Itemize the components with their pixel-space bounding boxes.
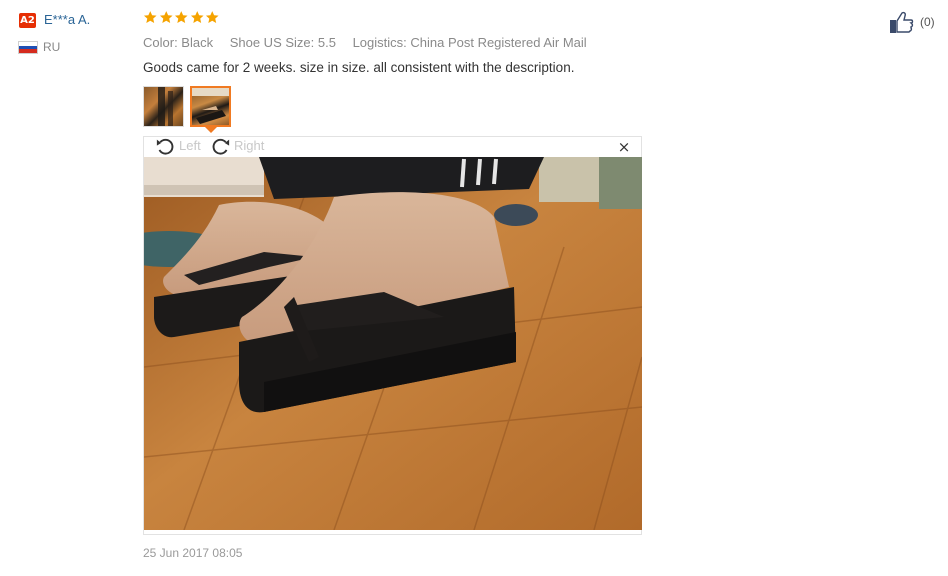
attribute-color: Color: Black: [143, 35, 214, 50]
photo-thumbnail-icon: [192, 88, 229, 124]
selected-thumbnail-pointer: [205, 127, 217, 133]
rotate-right-button[interactable]: Right: [210, 136, 264, 156]
attribute-size: Shoe US Size: 5.5: [229, 35, 336, 50]
review-photo-thumbnail-selected[interactable]: [190, 86, 231, 127]
rotate-right-icon: [212, 138, 230, 155]
rotate-left-label: Left: [179, 138, 201, 153]
review-photo: [144, 157, 642, 530]
close-viewer-button[interactable]: ×: [617, 140, 631, 155]
sandals-photo-image: [144, 157, 642, 530]
star-icon: [174, 11, 188, 23]
rotate-left-button[interactable]: Left: [155, 136, 201, 156]
rotate-right-label: Right: [234, 138, 265, 153]
country-flag-icon: [18, 41, 38, 54]
rotate-left-icon: [156, 138, 174, 155]
attribute-logistics: Logistics: China Post Registered Air Mai…: [352, 35, 587, 50]
reviewer-name[interactable]: E***a A.: [44, 12, 90, 28]
star-icon: [205, 11, 219, 23]
reviewer-country: RU: [43, 40, 61, 54]
star-icon: [190, 11, 204, 23]
photo-thumbnail-icon: [158, 87, 173, 126]
review-photo-thumbnail[interactable]: [143, 86, 184, 127]
order-attributes: Color: Black Shoe US Size: 5.5 Logistics…: [143, 34, 600, 51]
star-icon: [143, 11, 157, 23]
thumbs-up-icon[interactable]: [889, 11, 914, 34]
star-rating: [143, 10, 220, 28]
review-text: Goods came for 2 weeks. size in size. al…: [143, 60, 575, 75]
buyer-level-badge: A2: [19, 13, 36, 28]
review-date: 25 Jun 2017 08:05: [143, 546, 243, 560]
star-icon: [159, 11, 173, 23]
helpful-count: (0): [920, 15, 935, 29]
